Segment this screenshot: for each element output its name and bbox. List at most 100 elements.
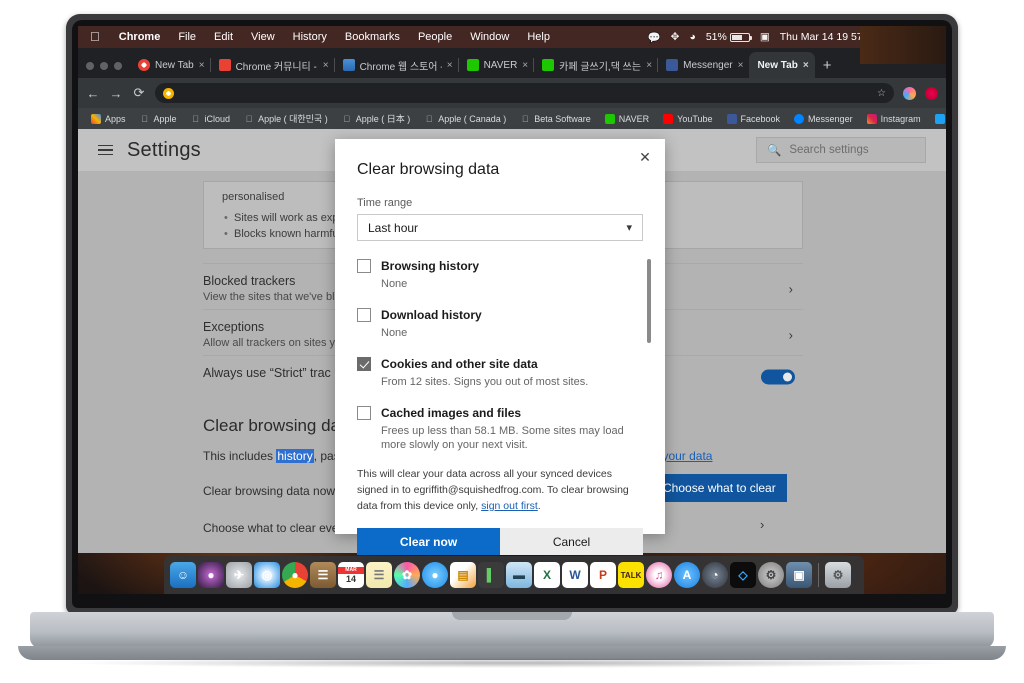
checkbox-row-download-history[interactable]: Download history None bbox=[357, 306, 643, 341]
dock-item-calendar[interactable]: MAR 14 bbox=[338, 562, 364, 588]
bookmark-naver[interactable]: NAVER bbox=[598, 113, 656, 124]
chat-bubble-icon[interactable]: 💬 bbox=[648, 31, 661, 44]
menu-item-people[interactable]: People bbox=[409, 31, 461, 43]
menu-item-view[interactable]: View bbox=[242, 31, 284, 43]
choose-what-to-clear-button[interactable]: Choose what to clear bbox=[652, 474, 787, 502]
browser-tab[interactable]: Chrome 웹 스토어 - In × bbox=[333, 52, 459, 78]
sign-out-first-link[interactable]: sign out first bbox=[481, 500, 538, 512]
dock-item-system-preferences[interactable]: ⚙ bbox=[758, 562, 784, 588]
dock-item-kakaotalk[interactable]: TALK bbox=[618, 562, 644, 588]
close-tab-icon[interactable]: × bbox=[447, 60, 453, 71]
battery-status[interactable]: 51% bbox=[706, 31, 752, 43]
menu-item-window[interactable]: Window bbox=[461, 31, 518, 43]
bookmark-apple-jp[interactable]: Apple ( 日本 ) bbox=[335, 112, 418, 125]
checkbox-cookies-and-site-data[interactable] bbox=[357, 356, 371, 371]
close-tab-icon[interactable]: × bbox=[803, 60, 809, 71]
browser-tab[interactable]: Messenger × bbox=[657, 52, 749, 78]
bookmark-youtube[interactable]: YouTube bbox=[656, 113, 719, 124]
wifi-icon[interactable]: ◕ bbox=[689, 31, 695, 43]
display-icon[interactable]: ▣ bbox=[760, 31, 770, 43]
dock-item-finder[interactable]: ☺ bbox=[170, 562, 196, 588]
dock-item-messages[interactable]: ● bbox=[422, 562, 448, 588]
clear-now-button[interactable]: Clear now bbox=[357, 528, 500, 556]
dock-item-app-store[interactable]: A bbox=[674, 562, 700, 588]
checkbox-row-cached-images[interactable]: Cached images and files Frees up less th… bbox=[357, 404, 643, 454]
menu-item-history[interactable]: History bbox=[284, 31, 336, 43]
dock-item-remote-desktop[interactable]: ▣ bbox=[786, 562, 812, 588]
apple-icon[interactable]:  bbox=[86, 29, 110, 46]
minimize-window-button[interactable] bbox=[100, 62, 108, 70]
close-tab-icon[interactable]: × bbox=[199, 60, 205, 71]
dock-item-photos[interactable]: ✿ bbox=[394, 562, 420, 588]
browser-tab[interactable]: Chrome 커뮤니티 - 기 × bbox=[209, 52, 335, 78]
close-tab-icon[interactable]: × bbox=[323, 60, 329, 71]
bookmark-apps[interactable]: Apps bbox=[84, 113, 133, 124]
new-tab-button[interactable]: + bbox=[815, 57, 840, 78]
dock-item-excel[interactable]: X bbox=[534, 562, 560, 588]
dock-item-contacts[interactable]: ☰ bbox=[310, 562, 336, 588]
bookmark-icloud[interactable]: iCloud bbox=[184, 114, 238, 124]
three-dot-menu-icon[interactable] bbox=[925, 86, 938, 100]
dock-item-steam[interactable]: ◔ bbox=[702, 562, 728, 588]
close-icon[interactable]: ✕ bbox=[635, 147, 655, 167]
reload-icon[interactable]: ⟳ bbox=[132, 85, 146, 101]
dock-item-unity[interactable]: ◇ bbox=[730, 562, 756, 588]
menu-item-help[interactable]: Help bbox=[518, 31, 559, 43]
dock-item-siri[interactable]: ● bbox=[198, 562, 224, 588]
time-range-select[interactable]: Last hour ▾ bbox=[357, 214, 643, 241]
checkbox-browsing-history[interactable] bbox=[357, 259, 371, 273]
forward-icon[interactable]: → bbox=[109, 86, 123, 101]
bookmark-apple-ca[interactable]:  Apple ( Canada ) bbox=[417, 114, 513, 124]
dock-item-chrome[interactable]: ● bbox=[282, 562, 308, 588]
dock-item-keynote[interactable]: ▬ bbox=[506, 562, 532, 588]
hamburger-menu-icon[interactable] bbox=[98, 144, 113, 156]
menu-item-chrome[interactable]: Chrome bbox=[110, 31, 170, 43]
close-tab-icon[interactable]: × bbox=[738, 60, 744, 71]
dock-item-safari[interactable]: ◎ bbox=[254, 562, 280, 588]
dock-item-notes[interactable]: ☰ bbox=[366, 562, 392, 588]
browser-tab[interactable]: New Tab × bbox=[130, 52, 211, 78]
chevron-right-icon[interactable]: › bbox=[760, 517, 764, 532]
maximize-window-button[interactable] bbox=[114, 62, 122, 70]
close-tab-icon[interactable]: × bbox=[522, 60, 528, 71]
back-icon[interactable]: ← bbox=[86, 86, 100, 101]
dock-item-trash[interactable]: ⚙ bbox=[825, 562, 851, 588]
bookmark-star-icon[interactable]: ☆ bbox=[877, 88, 886, 99]
bookmark-facebook[interactable]: Facebook bbox=[720, 113, 788, 124]
browser-tab[interactable]: 카페 글쓰기,댁 쓰는 사 × bbox=[533, 52, 658, 78]
dock-item-launchpad[interactable]: ✈ bbox=[226, 562, 252, 588]
menu-item-bookmarks[interactable]: Bookmarks bbox=[336, 31, 409, 43]
dialog-scrollbar[interactable] bbox=[647, 259, 651, 377]
browser-tab[interactable]: NAVER × bbox=[457, 52, 535, 78]
bookmark-instagram[interactable]: Instagram bbox=[860, 113, 928, 124]
window-traffic-lights[interactable] bbox=[84, 62, 130, 78]
checkbox-row-browsing-history[interactable]: Browsing history None bbox=[357, 257, 643, 292]
bluetooth-icon[interactable]: ✥ bbox=[671, 31, 680, 43]
close-tab-icon[interactable]: × bbox=[646, 60, 652, 71]
dock-item-word[interactable]: W bbox=[562, 562, 588, 588]
browser-tab-active[interactable]: New Tab × bbox=[749, 52, 815, 78]
dock-item-numbers[interactable]: ▌ bbox=[478, 562, 504, 588]
search-icon: 🔍 bbox=[767, 145, 782, 157]
bookmark-apple-kr[interactable]:  Apple ( 대한민국 ) bbox=[237, 112, 335, 125]
checkbox-cached-images-and-files[interactable] bbox=[357, 405, 371, 420]
menu-item-edit[interactable]: Edit bbox=[205, 31, 242, 43]
profile-avatar-icon[interactable] bbox=[903, 86, 916, 100]
dock-item-itunes[interactable]: ♫ bbox=[646, 562, 672, 588]
dock-item-powerpoint[interactable]: P bbox=[590, 562, 616, 588]
search-settings-input[interactable]: 🔍 Search settings bbox=[756, 137, 926, 163]
strict-tracking-toggle[interactable] bbox=[761, 369, 795, 384]
menu-item-file[interactable]: File bbox=[169, 31, 205, 43]
bookmark-twitter[interactable]: 트위터 bbox=[928, 112, 946, 125]
apple-icon:  bbox=[342, 114, 352, 124]
checkbox-download-history[interactable] bbox=[357, 307, 371, 322]
address-bar[interactable]: ☆ bbox=[155, 83, 894, 103]
scrollbar-thumb[interactable] bbox=[647, 259, 651, 343]
bookmark-apple[interactable]: Apple bbox=[133, 114, 184, 124]
bookmark-messenger[interactable]: Messenger bbox=[787, 113, 860, 124]
checkbox-row-cookies[interactable]: Cookies and other site data From 12 site… bbox=[357, 355, 643, 390]
dock-item-keynote-doc[interactable]: ▤ bbox=[450, 562, 476, 588]
cancel-button[interactable]: Cancel bbox=[500, 528, 643, 556]
close-window-button[interactable] bbox=[86, 62, 94, 70]
bookmark-beta-software[interactable]:  Beta Software bbox=[513, 114, 598, 124]
